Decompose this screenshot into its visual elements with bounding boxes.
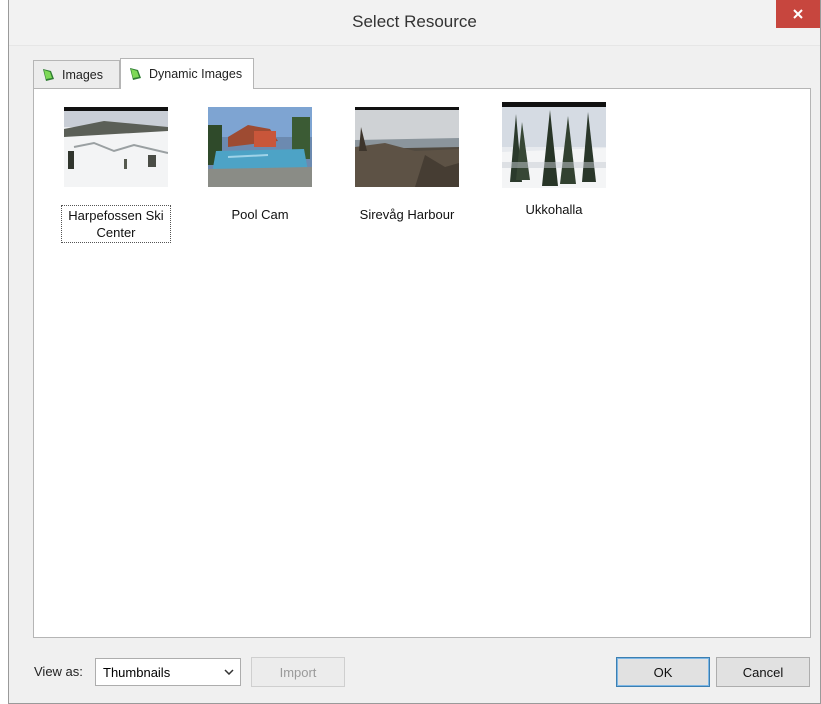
resource-icon	[43, 68, 54, 81]
resource-item[interactable]: Ukkohalla	[498, 102, 610, 219]
resource-item[interactable]: Harpefossen Ski Center	[60, 107, 172, 243]
close-button[interactable]	[776, 0, 820, 28]
cancel-button-label: Cancel	[742, 664, 784, 680]
window-title: Select Resource	[352, 12, 477, 31]
import-button-label: Import	[279, 664, 317, 680]
resource-panel: Harpefossen Ski Center Pool Cam Sirevåg …	[33, 88, 811, 638]
thumbnail-image	[355, 107, 459, 187]
ok-button-label: OK	[653, 664, 673, 680]
view-as-dropdown[interactable]: Thumbnails	[95, 658, 241, 686]
resource-icon	[130, 68, 141, 80]
cancel-button[interactable]: Cancel	[716, 657, 810, 687]
resource-label: Harpefossen Ski Center	[61, 205, 171, 243]
ok-button[interactable]: OK	[616, 657, 710, 687]
thumbnail-image	[502, 102, 606, 188]
title-bar: Select Resource	[9, 0, 820, 46]
close-icon	[793, 9, 803, 19]
tab-label: Images	[62, 67, 103, 82]
tab-images[interactable]: Images	[33, 60, 120, 88]
thumbnail-image	[64, 107, 168, 187]
tab-label: Dynamic Images	[149, 67, 243, 81]
resource-label: Ukkohalla	[525, 202, 583, 217]
import-button[interactable]: Import	[251, 657, 345, 687]
select-resource-dialog: Select Resource Images Dynamic Images Ha…	[8, 0, 821, 704]
thumbnail-image	[208, 107, 312, 187]
tab-dynamic-images[interactable]: Dynamic Images	[120, 58, 254, 89]
resource-label: Pool Cam	[231, 207, 289, 222]
dialog-footer: View as: Thumbnails Import OK Cancel	[9, 648, 820, 698]
view-as-value: Thumbnails	[103, 664, 171, 680]
resource-item[interactable]: Sirevåg Harbour	[351, 107, 463, 224]
resource-label: Sirevåg Harbour	[359, 207, 455, 222]
resource-item[interactable]: Pool Cam	[204, 107, 316, 224]
chevron-down-icon	[218, 669, 240, 675]
view-as-label: View as:	[34, 664, 83, 679]
